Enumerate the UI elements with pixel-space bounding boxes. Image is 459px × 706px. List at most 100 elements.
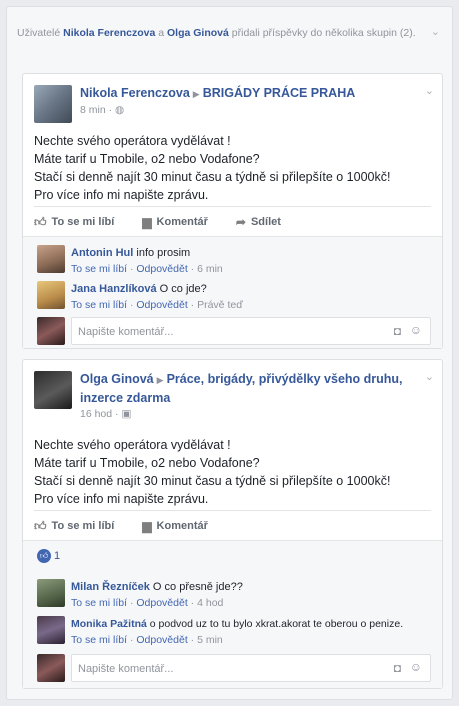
chevron-down-icon[interactable]: ⌄	[431, 25, 440, 38]
post-card: Nikola Ferenczova ▶ BRIGÁDY PRÁCE PRAHA 8 …	[22, 73, 443, 349]
notice-suffix: přidali příspěvky do několika skupin (2)…	[231, 27, 416, 39]
avatar[interactable]	[37, 281, 65, 309]
notice-and: a	[158, 27, 165, 39]
comment-input[interactable]: Napište komentář...	[71, 317, 431, 345]
comment: Jana Hanzlíková O co jde? To se mi líbí …	[37, 281, 431, 315]
commenter-name-link[interactable]: Monika Pažitná	[71, 618, 147, 630]
commenter-name-link[interactable]: Antonin Hul	[71, 247, 133, 259]
post-text-line: Stačí si denně najít 30 minut času a týd…	[34, 170, 391, 184]
like-label: To se mi líbí	[51, 216, 115, 228]
chevron-down-icon[interactable]: ⌄	[425, 370, 434, 383]
comment-time[interactable]: 6 min	[197, 263, 223, 275]
post-time-link[interactable]: 16 hod	[80, 408, 112, 420]
camera-icon[interactable]: ◘	[394, 661, 401, 675]
emoji-icon[interactable]: ☺	[410, 660, 422, 674]
author-avatar[interactable]	[34, 85, 72, 123]
comment: Milan Řezníček O co přesně jde?? To se m…	[37, 579, 431, 613]
emoji-icon[interactable]: ☺	[410, 323, 422, 337]
share-icon: ➦	[235, 215, 246, 229]
comment-reply-link[interactable]: Odpovědět	[136, 634, 187, 646]
comment-text: o podvod uz to tu bylo xkrat.akorat te o…	[149, 618, 404, 630]
post-body: Nechte svého operátora vydělávat ! Máte …	[34, 436, 390, 508]
comment-text: O co přesně jde??	[152, 581, 243, 593]
comment: Antonin Hul info prosim To se mi líbí · …	[37, 245, 431, 279]
reply-row: Napište komentář... ◘ ☺	[37, 654, 431, 684]
comment-like-link[interactable]: To se mi líbí	[71, 299, 127, 311]
group-icon: ▣	[121, 408, 132, 420]
comments-section: 👍︎ 1 Milan Řezníček O co přesně jde?? To…	[23, 540, 442, 688]
thumbs-up-icon: 👍︎	[34, 518, 47, 533]
comment-icon: ▆	[142, 215, 152, 229]
post-header: Olga Ginová ▶ Práce, brigády, přivýdělky v…	[80, 370, 420, 407]
post-time-link[interactable]: 8 min	[80, 104, 106, 116]
activity-notice: Uživatelé Nikola Ferenczova a Olga Ginov…	[17, 25, 417, 41]
current-user-avatar	[37, 317, 65, 345]
arrow-right-icon: ▶	[192, 89, 200, 99]
post-actions: 👍︎ To se mi líbí ▆ Komentář ➦ Sdílet	[34, 208, 431, 236]
post-text-line: Máte tarif u Tmobile, o2 nebo Vodafone?	[34, 456, 260, 470]
globe-icon: ◍	[115, 104, 125, 116]
like-count: 1	[54, 550, 61, 562]
post-card: Olga Ginová ▶ Práce, brigády, přivýdělky v…	[22, 359, 443, 689]
divider	[34, 206, 431, 207]
comment-reply-link[interactable]: Odpovědět	[136, 597, 187, 609]
avatar[interactable]	[37, 616, 65, 644]
post-body: Nechte svého operátora vydělávat ! Máte …	[34, 132, 390, 204]
comment-text: info prosim	[136, 247, 191, 259]
thumbs-up-icon: 👍︎	[34, 214, 47, 229]
chevron-down-icon[interactable]: ⌄	[425, 84, 434, 97]
comment-like-link[interactable]: To se mi líbí	[71, 634, 127, 646]
group-name-link[interactable]: Práce, brigády, přivýdělky všeho druhu,	[167, 372, 403, 386]
share-label: Sdílet	[250, 216, 281, 228]
post-text-line: Nechte svého operátora vydělávat !	[34, 134, 231, 148]
comment-time[interactable]: Právě teď	[197, 299, 243, 311]
like-summary[interactable]: 👍︎ 1	[37, 549, 60, 563]
comment-text: O co jde?	[159, 283, 207, 295]
post-text-line: Nechte svého operátora vydělávat !	[34, 438, 231, 452]
current-user-avatar	[37, 654, 65, 682]
notice-prefix: Uživatelé	[17, 27, 61, 39]
comments-section: Antonin Hul info prosim To se mi líbí · …	[23, 236, 442, 348]
comment-reply-link[interactable]: Odpovědět	[136, 299, 187, 311]
comment-like-link[interactable]: To se mi líbí	[71, 263, 127, 275]
camera-icon[interactable]: ◘	[394, 324, 401, 338]
comment-time[interactable]: 5 min	[197, 634, 223, 646]
author-name-link[interactable]: Olga Ginová	[80, 372, 154, 386]
avatar[interactable]	[37, 245, 65, 273]
like-button[interactable]: 👍︎ To se mi líbí	[34, 519, 114, 534]
comment-button[interactable]: ▆ Komentář	[142, 215, 208, 229]
post-text-line: Pro více info mi napište zprávu.	[34, 492, 209, 506]
comment-like-link[interactable]: To se mi líbí	[71, 597, 127, 609]
group-activity-panel: Uživatelé Nikola Ferenczova a Olga Ginov…	[6, 6, 453, 700]
comment-time[interactable]: 4 hod	[197, 597, 223, 609]
reply-row: Napište komentář... ◘ ☺	[37, 317, 431, 347]
comment-label: Komentář	[156, 520, 208, 532]
post-text-line: Máte tarif u Tmobile, o2 nebo Vodafone?	[34, 152, 260, 166]
post-meta: 16 hod · ▣	[80, 408, 132, 420]
notice-user-1-link[interactable]: Nikola Ferenczova	[63, 27, 155, 39]
share-button[interactable]: ➦ Sdílet	[236, 215, 281, 229]
author-name-link[interactable]: Nikola Ferenczova	[80, 86, 190, 100]
group-name-link-continued[interactable]: inzerce zdarma	[80, 391, 170, 405]
comment-input[interactable]: Napište komentář...	[71, 654, 431, 682]
post-actions: 👍︎ To se mi líbí ▆ Komentář	[34, 512, 431, 540]
author-avatar[interactable]	[34, 371, 72, 409]
commenter-name-link[interactable]: Milan Řezníček	[71, 581, 150, 593]
comment-reply-link[interactable]: Odpovědět	[136, 263, 187, 275]
arrow-right-icon: ▶	[156, 375, 164, 385]
comment-icon: ▆	[142, 519, 152, 533]
like-button[interactable]: 👍︎ To se mi líbí	[34, 215, 114, 230]
group-name-link[interactable]: BRIGÁDY PRÁCE PRAHA	[203, 86, 356, 100]
comment: Monika Pažitná o podvod uz to tu bylo xk…	[37, 616, 431, 650]
notice-user-2-link[interactable]: Olga Ginová	[167, 27, 229, 39]
avatar[interactable]	[37, 579, 65, 607]
post-text-line: Stačí si denně najít 30 minut času a týd…	[34, 474, 391, 488]
post-header: Nikola Ferenczova ▶ BRIGÁDY PRÁCE PRAHA	[80, 84, 355, 103]
comment-label: Komentář	[156, 216, 208, 228]
like-label: To se mi líbí	[51, 520, 115, 532]
like-bubble-icon: 👍︎	[37, 549, 51, 563]
commenter-name-link[interactable]: Jana Hanzlíková	[71, 283, 157, 295]
divider	[34, 510, 431, 511]
comment-button[interactable]: ▆ Komentář	[142, 519, 208, 533]
post-meta: 8 min · ◍	[80, 104, 125, 116]
